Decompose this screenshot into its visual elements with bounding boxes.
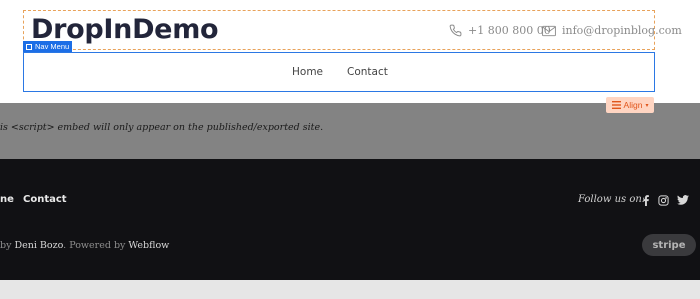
element-square-icon: [26, 43, 32, 50]
phone-text: +1 800 800 00: [468, 24, 551, 37]
chevron-down-icon: ▾: [645, 102, 649, 109]
nav-menu-selection-tag[interactable]: Nav Menu: [23, 41, 73, 52]
embed-notice: is <script> embed will only appear on th…: [0, 122, 324, 133]
credit-author-link[interactable]: Deni Bozo: [14, 240, 63, 251]
hamburger-icon: [611, 101, 621, 109]
page-bottom-area: [0, 280, 700, 299]
twitter-icon[interactable]: [677, 195, 689, 205]
nav-menu-tag-label: Nav Menu: [35, 42, 70, 51]
credit-prefix: by: [0, 240, 15, 251]
email-text: info@dropinblog.com: [562, 24, 682, 37]
nav-menu[interactable]: [23, 52, 655, 92]
align-label: Align: [623, 100, 643, 110]
facebook-icon[interactable]: [642, 195, 650, 206]
footer-link-contact[interactable]: Contact: [23, 194, 67, 205]
instagram-icon[interactable]: [658, 195, 669, 206]
header-phone[interactable]: +1 800 800 00: [449, 24, 551, 37]
credit-middle: . Powered by: [63, 240, 129, 251]
footer: [0, 159, 700, 280]
footer-credits: by Deni Bozo. Powered by Webflow: [0, 240, 169, 251]
mail-icon: [542, 25, 556, 36]
follow-us-label: Follow us on:: [578, 194, 646, 205]
webflow-link[interactable]: Webflow: [128, 240, 169, 251]
align-button[interactable]: Align ▾: [606, 97, 654, 113]
stripe-badge[interactable]: stripe: [642, 234, 696, 256]
footer-link-home[interactable]: ne: [0, 194, 14, 205]
phone-icon: [449, 24, 462, 37]
header-email[interactable]: info@dropinblog.com: [542, 24, 682, 37]
nav-item-contact[interactable]: Contact: [347, 66, 388, 78]
nav-item-home[interactable]: Home: [292, 66, 323, 78]
